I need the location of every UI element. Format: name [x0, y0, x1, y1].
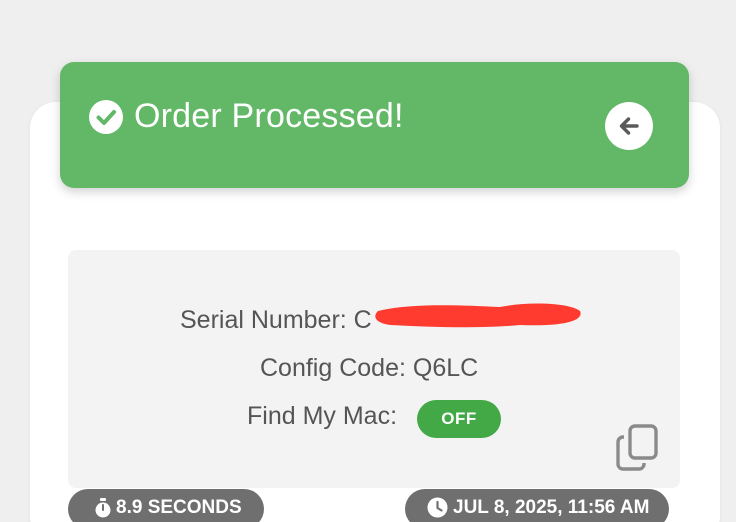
page: Order Processed! Serial Number: C Config…	[0, 0, 736, 522]
check-circle-icon	[89, 100, 123, 134]
banner-title: Order Processed!	[134, 97, 404, 135]
processing-time-text: 8.9 SECONDS	[116, 497, 242, 518]
timestamp-pill: JUL 8, 2025, 11:56 AM	[405, 489, 669, 522]
serial-number-label: Serial Number: C	[180, 306, 372, 334]
redaction-scribble	[375, 303, 581, 328]
config-code-label: Config Code: Q6LC	[260, 354, 479, 382]
arrow-left-icon	[619, 117, 639, 135]
stopwatch-icon	[95, 498, 111, 518]
clock-icon	[427, 497, 448, 518]
order-status-banner: Order Processed!	[60, 62, 689, 188]
back-button[interactable]	[605, 102, 653, 150]
copy-button[interactable]	[614, 423, 662, 473]
copy-icon	[616, 424, 658, 471]
processing-time-pill: 8.9 SECONDS	[68, 489, 264, 522]
find-my-mac-status-badge: OFF	[417, 400, 501, 438]
find-my-mac-label: Find My Mac:	[247, 402, 398, 430]
timestamp-text: JUL 8, 2025, 11:56 AM	[453, 497, 650, 518]
